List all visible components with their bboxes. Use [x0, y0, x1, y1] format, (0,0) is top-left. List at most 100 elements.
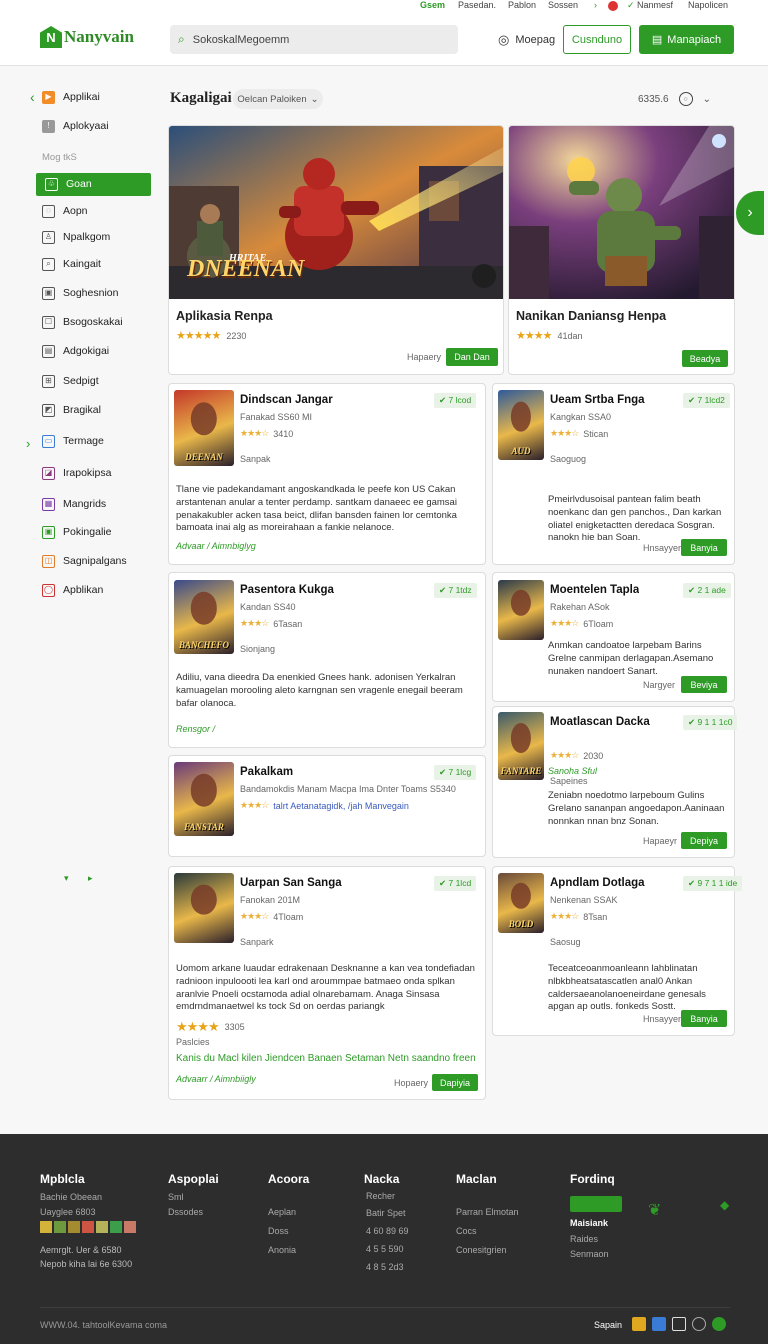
social-icon[interactable]	[652, 1317, 666, 1331]
install-button[interactable]: Dapiyia	[432, 1074, 478, 1091]
sidebar-item[interactable]: ◪ Irapokipsa	[42, 462, 154, 484]
footer-link[interactable]: 4 60 89 69	[366, 1226, 409, 1236]
mode-toggle[interactable]: ◎ Moepag	[498, 32, 555, 48]
app-thumbnail[interactable]	[174, 873, 234, 943]
collapse-icon[interactable]: ‹	[30, 89, 35, 105]
featured-name[interactable]: Nanikan Daniansg Henpa	[516, 309, 666, 323]
sidebar-item[interactable]: ▤ Adgokigai	[42, 340, 154, 362]
signup-button[interactable]: ▤ Manapiach	[639, 25, 734, 54]
footer-link[interactable]: 4 8 5 2d3	[366, 1262, 404, 1272]
footer-link[interactable]: Cocs	[456, 1226, 477, 1236]
footer-link[interactable]: Recher	[366, 1191, 395, 1201]
app-name[interactable]: Pasentora Kukga	[240, 584, 334, 596]
rating-count: 41dan	[557, 330, 583, 341]
app-name[interactable]: Apndlam Dotlaga	[550, 877, 645, 889]
carousel-next-icon[interactable]: ›	[736, 191, 764, 235]
install-button[interactable]: Dan Dan	[446, 348, 498, 366]
top-link-1[interactable]: Gsem	[420, 0, 445, 10]
app-name[interactable]: Pakalkam	[240, 766, 293, 778]
footer-link[interactable]: Raides	[570, 1234, 598, 1244]
sidebar-item-apps2[interactable]: ! Aplokyaai	[42, 115, 154, 137]
app-thumbnail[interactable]: FANSTAR	[174, 762, 234, 836]
sidebar-item[interactable]: ◌ Aopn	[42, 200, 154, 222]
footer-link[interactable]: 4 5 5 590	[366, 1244, 404, 1254]
top-link-5[interactable]: Nanmesf	[637, 0, 673, 10]
top-link-6[interactable]: Napolicen	[688, 0, 728, 10]
featured-banner-2[interactable]	[509, 126, 734, 299]
featured-name[interactable]: Aplikasia Renpa	[176, 309, 273, 323]
app-thumbnail[interactable]	[498, 580, 544, 640]
thumbnail-text: AUD	[511, 446, 531, 456]
footer-link[interactable]: Maisiank	[570, 1218, 608, 1228]
sidebar-item[interactable]: ◯ Apblikan	[42, 579, 154, 601]
app-name[interactable]: Dindscan Jangar	[240, 394, 333, 406]
social-icon[interactable]	[692, 1317, 706, 1331]
promo-line[interactable]: Kanis du Macl kilen Jiendcen Banaen Seta…	[176, 1053, 476, 1064]
newsletter-button[interactable]	[570, 1196, 622, 1212]
social-icon[interactable]	[672, 1317, 686, 1331]
footer-col-title: Nacka	[364, 1172, 400, 1186]
sidebar-item[interactable]: ▣ Soghesnion	[42, 282, 154, 304]
sidebar-item[interactable]: ♙ Npalkgom	[42, 226, 154, 248]
app-thumbnail[interactable]: BANCHEFO	[174, 580, 234, 654]
top-link-3[interactable]: Pablon	[508, 0, 536, 10]
sidebar-item-apps[interactable]: ▶ Applikai	[42, 86, 154, 108]
filter-dropdown[interactable]: Oelcan Paloiken ⌄	[233, 89, 323, 109]
footer-link[interactable]: Uayglee 6803	[40, 1207, 96, 1217]
install-button[interactable]: Beadya	[682, 350, 728, 367]
social-icon[interactable]	[632, 1317, 646, 1331]
footer-link[interactable]: Batir Spet	[366, 1208, 406, 1218]
store-badges[interactable]	[40, 1221, 136, 1233]
install-button[interactable]: Depiya	[681, 832, 727, 849]
sidebar-item[interactable]: ▦ Mangrids	[42, 493, 154, 515]
sidebar-item[interactable]: ◩ Bragikal	[42, 399, 154, 421]
install-button[interactable]: Banyia	[681, 539, 727, 556]
footer-link[interactable]: Anonia	[268, 1245, 296, 1255]
sidebar-item[interactable]: ☐ Bsogoskakai	[42, 311, 154, 333]
social-icon[interactable]	[712, 1317, 726, 1331]
sidebar-item[interactable]: ▣ Pokingalie	[42, 521, 154, 543]
app-thumbnail[interactable]: AUD	[498, 390, 544, 460]
app-thumbnail[interactable]: BOLD	[498, 873, 544, 933]
top-link-2[interactable]: Pasedan.	[458, 0, 496, 10]
app-category[interactable]: Advaar / Aimnbiglyg	[176, 541, 256, 551]
sidebar-item[interactable]: ◫ Sagnipalgans	[42, 550, 154, 572]
top-link-4[interactable]: Sossen	[548, 0, 578, 10]
footer-link[interactable]: Aeplan	[268, 1207, 296, 1217]
chevron-down-icon[interactable]: ▾	[64, 873, 69, 884]
install-button[interactable]: Beviya	[681, 676, 727, 693]
chevron-right-icon[interactable]: ▸	[88, 873, 93, 884]
app-thumbnail[interactable]: FANTARE	[498, 712, 544, 780]
app-category[interactable]: Sanoha Sful	[548, 766, 597, 776]
chevron-down-icon[interactable]: ⌄	[703, 94, 711, 105]
featured-card-1[interactable]: HRITAE DNEENAN Aplikasia Renpa ★★★★★ 223…	[168, 125, 504, 375]
sidebar-item[interactable]: ⌕ Kaingait	[42, 253, 154, 275]
app-name[interactable]: Ueam Srtba Fnga	[550, 394, 645, 406]
sidebar-item[interactable]: ▭ Termage	[42, 430, 154, 452]
app-name[interactable]: Moentelen Tapla	[550, 584, 639, 596]
featured-banner-1[interactable]: HRITAE DNEENAN	[169, 126, 503, 299]
app-name[interactable]: Moatlascan Dacka	[550, 716, 650, 728]
footer-link[interactable]: Bachie Obeean	[40, 1192, 102, 1202]
app-name[interactable]: Uarpan San Sanga	[240, 877, 342, 889]
footer-link[interactable]: Senmaon	[570, 1249, 609, 1259]
footer-link[interactable]: Doss	[268, 1226, 289, 1236]
circle-icon[interactable]: ○	[678, 92, 693, 106]
logo[interactable]: N Nanyvain	[40, 26, 134, 48]
app-category[interactable]: Rensgor /	[176, 724, 215, 734]
search-input[interactable]: ⌕ SokoskalMegoemm	[170, 25, 458, 54]
flag-icon[interactable]	[608, 1, 618, 11]
footer-link[interactable]: Parran Elmotan	[456, 1207, 519, 1217]
install-button[interactable]: Banyia	[681, 1010, 727, 1027]
app-category[interactable]: Advaarr / Aimnbiigly	[176, 1074, 256, 1084]
filter-label: Oelcan Paloiken	[237, 93, 307, 105]
app-thumbnail[interactable]: DEENAN	[174, 390, 234, 466]
featured-card-2[interactable]: Nanikan Daniansg Henpa ★★★★ 41dan Beadya	[508, 125, 735, 375]
sidebar-item[interactable]: ⊞ Sedpigt	[42, 370, 154, 392]
footer-link[interactable]: Conesitgrien	[456, 1245, 507, 1255]
verified-badge: ✔ 7 1lcg	[434, 765, 477, 780]
footer-link[interactable]: Dssodes	[168, 1207, 203, 1217]
sidebar-item[interactable]: ♧ Goan	[45, 173, 157, 195]
footer-link[interactable]: Sml	[168, 1192, 184, 1202]
login-button[interactable]: Cusnduno	[563, 25, 631, 54]
